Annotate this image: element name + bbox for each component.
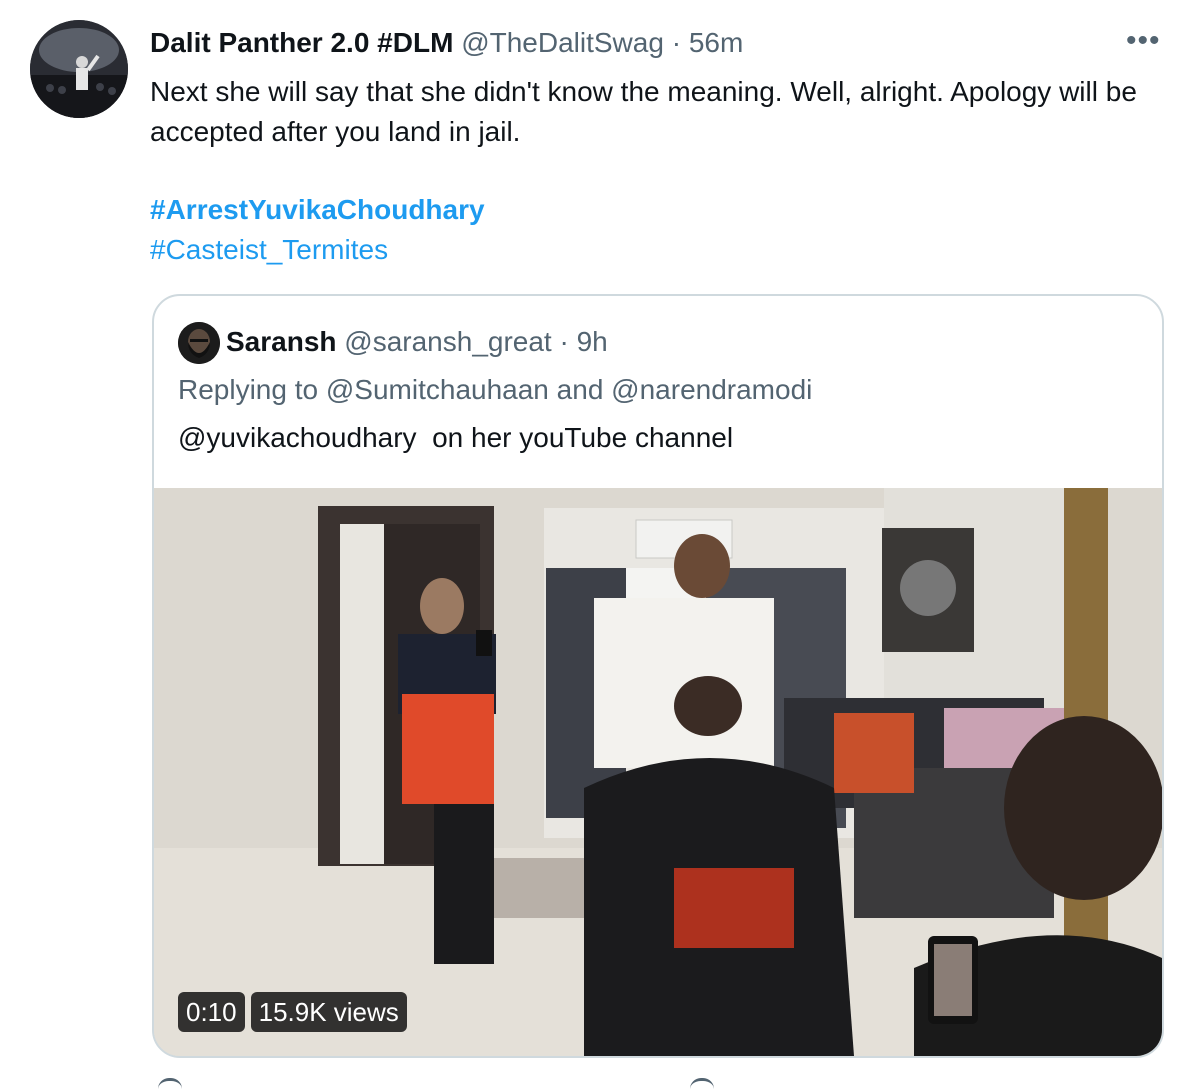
author-handle[interactable]: @TheDalitSwag (461, 27, 664, 58)
author-name[interactable]: Dalit Panther 2.0 #DLM (150, 27, 453, 58)
more-icon[interactable]: ••• (1126, 24, 1161, 58)
tweet[interactable]: Dalit Panther 2.0 #DLM @TheDalitSwag · 5… (0, 0, 1199, 1086)
quoted-author-name[interactable]: Saransh (226, 326, 337, 357)
separator-dot: · (559, 326, 569, 357)
concert-photo (30, 20, 128, 118)
reply-mention-sumit[interactable]: @Sumitchauhaan (326, 374, 549, 405)
hashtag-arrest-yuvika[interactable]: #ArrestYuvikaChoudhary (150, 190, 485, 230)
author-avatar[interactable] (30, 20, 128, 118)
like-icon[interactable] (690, 1078, 714, 1089)
video-player[interactable]: 0:10 15.9K views (154, 488, 1162, 1056)
video-duration: 0:10 (178, 992, 245, 1032)
tweet-header: Dalit Panther 2.0 #DLM @TheDalitSwag · 5… (150, 26, 743, 60)
quoted-time[interactable]: 9h (577, 326, 608, 357)
replying-to: Replying to @Sumitchauhaan and @narendra… (178, 372, 812, 408)
tweet-actions (150, 1078, 1050, 1086)
tweet-time[interactable]: 56m (689, 27, 743, 58)
quoted-header: Saransh @saransh_great · 9h (226, 324, 608, 360)
quoted-author-avatar[interactable] (178, 322, 220, 364)
reply-and: and (556, 374, 604, 405)
video-overlay: 0:10 15.9K views (178, 992, 407, 1032)
video-views: 15.9K views (250, 992, 407, 1032)
hashtag-casteist-termites[interactable]: #Casteist_Termites (150, 230, 388, 270)
quoted-text: @yuvikachoudhary on her youTube channel (178, 422, 734, 453)
replying-prefix: Replying to (178, 374, 319, 405)
reply-mention-narendramodi[interactable]: @narendramodi (611, 374, 812, 405)
tweet-text: Next she will say that she didn't know t… (150, 76, 1137, 147)
separator-dot: · (671, 27, 682, 58)
video-frame (154, 488, 1162, 1056)
bearded-face-photo (178, 322, 220, 364)
reply-icon[interactable] (158, 1078, 182, 1089)
quoted-author-handle[interactable]: @saransh_great (344, 326, 551, 357)
quoted-tweet[interactable]: Saransh @saransh_great · 9h Replying to … (152, 294, 1164, 1058)
